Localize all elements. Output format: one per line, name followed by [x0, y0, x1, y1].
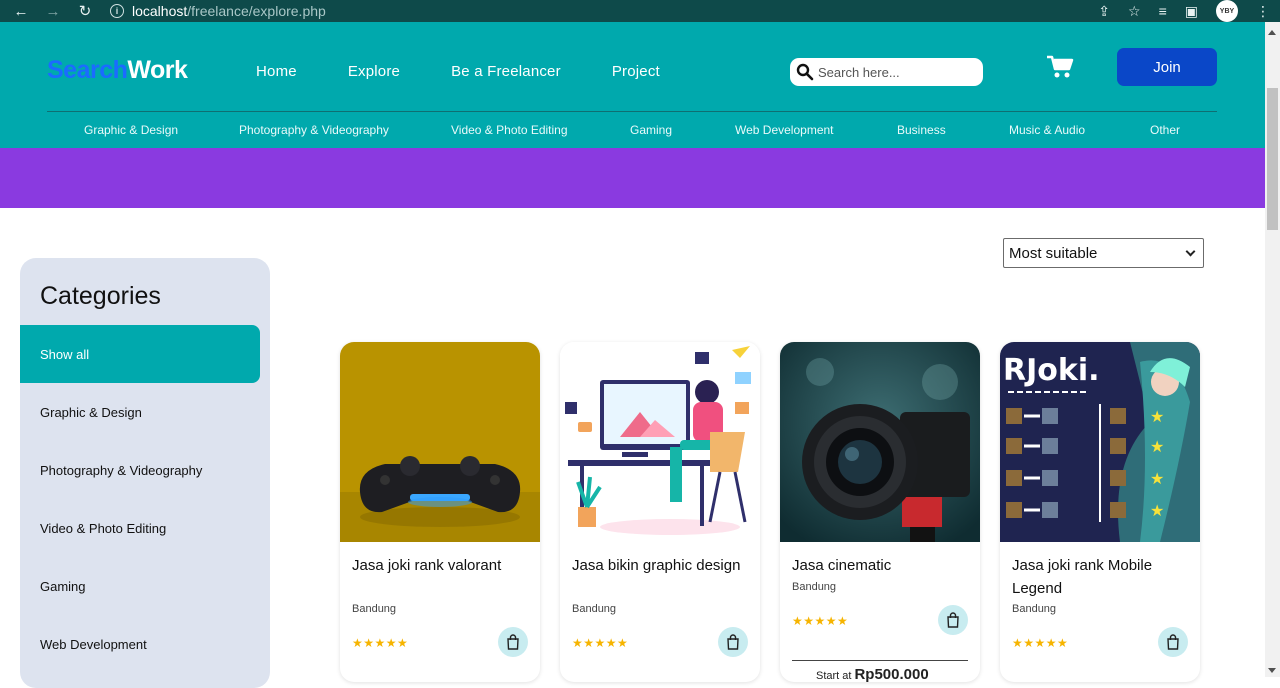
- svg-text:★: ★: [1150, 437, 1164, 456]
- sidebar-title: Categories: [40, 282, 161, 310]
- card-rating-stars: ★★★★★: [792, 614, 849, 628]
- back-arrow-icon[interactable]: ←: [10, 0, 32, 22]
- add-to-cart-button[interactable]: [718, 627, 748, 657]
- card-image-designer-illustration[interactable]: [560, 342, 760, 542]
- page-scrollbar[interactable]: [1265, 22, 1280, 677]
- join-button[interactable]: Join: [1117, 48, 1217, 86]
- browser-toolbar: ← → ↻ i localhost/freelance/explore.php …: [0, 0, 1280, 22]
- svg-text:RJoki.: RJoki.: [1003, 353, 1100, 388]
- subnav-other[interactable]: Other: [1150, 123, 1180, 137]
- scroll-up-arrow-icon[interactable]: [1268, 30, 1276, 35]
- shopping-bag-icon: [507, 634, 519, 650]
- designer-illustration-icon: [560, 342, 760, 542]
- card-image-rjoki-poster[interactable]: RJoki. ★ ★ ★ ★: [1000, 342, 1200, 542]
- nav-home[interactable]: Home: [256, 63, 297, 80]
- card-title[interactable]: Jasa cinematic: [792, 554, 970, 577]
- subnav-video-photo-editing[interactable]: Video & Photo Editing: [451, 123, 568, 137]
- url-path: /freelance/explore.php: [187, 3, 326, 19]
- search-icon: [796, 63, 814, 81]
- service-card[interactable]: RJoki. ★ ★ ★ ★ Jasa joki rank Mobile Legend…: [1000, 342, 1200, 682]
- add-to-cart-button[interactable]: [1158, 627, 1188, 657]
- cart-icon[interactable]: [1046, 54, 1074, 80]
- browser-menu-icon[interactable]: ⋮: [1256, 3, 1270, 20]
- chevron-down-icon: [1185, 246, 1196, 257]
- card-image-camera[interactable]: [780, 342, 980, 542]
- shopping-bag-icon: [727, 634, 739, 650]
- search-input[interactable]: [818, 64, 978, 80]
- card-price: Start at Rp500.000: [816, 666, 929, 682]
- share-icon[interactable]: ⇪: [1098, 3, 1110, 20]
- sidebar-item-web-development[interactable]: Web Development: [20, 615, 260, 673]
- service-card[interactable]: Jasa joki rank valorant Bandung ★★★★★: [340, 342, 540, 682]
- scroll-down-arrow-icon[interactable]: [1268, 668, 1276, 673]
- svg-text:★: ★: [1150, 501, 1164, 520]
- svg-text:★: ★: [1150, 469, 1164, 488]
- card-rating-stars: ★★★★★: [352, 636, 409, 650]
- forward-arrow-icon[interactable]: →: [42, 0, 64, 22]
- card-location: Bandung: [1012, 603, 1057, 615]
- scrollbar-thumb[interactable]: [1267, 88, 1278, 230]
- card-rating-stars: ★★★★★: [1012, 636, 1069, 650]
- address-bar[interactable]: i localhost/freelance/explore.php: [110, 0, 326, 22]
- subnav-web-development[interactable]: Web Development: [735, 123, 834, 137]
- profile-avatar[interactable]: YBY: [1216, 0, 1238, 22]
- add-to-cart-button[interactable]: [498, 627, 528, 657]
- subnav-graphic-design[interactable]: Graphic & Design: [84, 123, 178, 137]
- main-nav: Home Explore Be a Freelancer Project: [256, 63, 660, 80]
- sort-select[interactable]: Most suitable: [1003, 238, 1204, 268]
- svg-text:★: ★: [1150, 407, 1164, 426]
- add-to-cart-button[interactable]: [938, 605, 968, 635]
- nav-be-a-freelancer[interactable]: Be a Freelancer: [451, 63, 561, 80]
- subnav-photography-videography[interactable]: Photography & Videography: [239, 123, 389, 137]
- sidebar-item-video-photo-editing[interactable]: Video & Photo Editing: [20, 499, 260, 557]
- sidebar-item-photography-videography[interactable]: Photography & Videography: [20, 441, 260, 499]
- site-header: SearchWork Home Explore Be a Freelancer …: [0, 22, 1265, 148]
- site-info-icon[interactable]: i: [110, 4, 124, 18]
- reload-icon[interactable]: ↻: [74, 0, 96, 22]
- card-divider: [792, 660, 968, 661]
- card-title[interactable]: Jasa joki rank Mobile Legend: [1012, 554, 1190, 600]
- categories-sidebar: Categories Show all Graphic & Design Pho…: [20, 258, 270, 688]
- card-title[interactable]: Jasa joki rank valorant: [352, 554, 530, 577]
- card-location: Bandung: [572, 603, 617, 615]
- camera-icon: [780, 342, 980, 542]
- card-location: Bandung: [792, 581, 837, 593]
- bookmark-star-icon[interactable]: ☆: [1128, 3, 1141, 20]
- nav-explore[interactable]: Explore: [348, 63, 400, 80]
- sidebar-item-gaming[interactable]: Gaming: [20, 557, 260, 615]
- side-panel-icon[interactable]: ▣: [1185, 3, 1198, 20]
- category-subnav: Graphic & Design Photography & Videograp…: [0, 123, 1265, 139]
- card-title[interactable]: Jasa bikin graphic design: [572, 554, 750, 577]
- sidebar-item-show-all[interactable]: Show all: [20, 325, 260, 383]
- search-box: [790, 58, 983, 86]
- nav-project[interactable]: Project: [612, 63, 660, 80]
- card-location: Bandung: [352, 603, 397, 615]
- shopping-bag-icon: [1167, 634, 1179, 650]
- game-controller-icon: [340, 342, 540, 542]
- header-divider: [47, 111, 1217, 112]
- subnav-business[interactable]: Business: [897, 123, 946, 137]
- site-logo[interactable]: SearchWork: [47, 56, 188, 85]
- service-card[interactable]: Jasa bikin graphic design Bandung ★★★★★: [560, 342, 760, 682]
- sort-selected-value: Most suitable: [1009, 244, 1098, 262]
- url-host: localhost: [132, 3, 188, 19]
- subnav-music-audio[interactable]: Music & Audio: [1009, 123, 1085, 137]
- shopping-bag-icon: [947, 612, 959, 628]
- media-playlist-icon[interactable]: ≡: [1159, 3, 1167, 19]
- service-card[interactable]: Jasa cinematic Bandung ★★★★★ Start at Rp5…: [780, 342, 980, 682]
- card-rating-stars: ★★★★★: [572, 636, 629, 650]
- hero-banner: [0, 148, 1265, 208]
- card-image-game-controller[interactable]: [340, 342, 540, 542]
- subnav-gaming[interactable]: Gaming: [630, 123, 672, 137]
- rjoki-poster-icon: RJoki. ★ ★ ★ ★: [1000, 342, 1200, 542]
- sidebar-item-graphic-design[interactable]: Graphic & Design: [20, 383, 260, 441]
